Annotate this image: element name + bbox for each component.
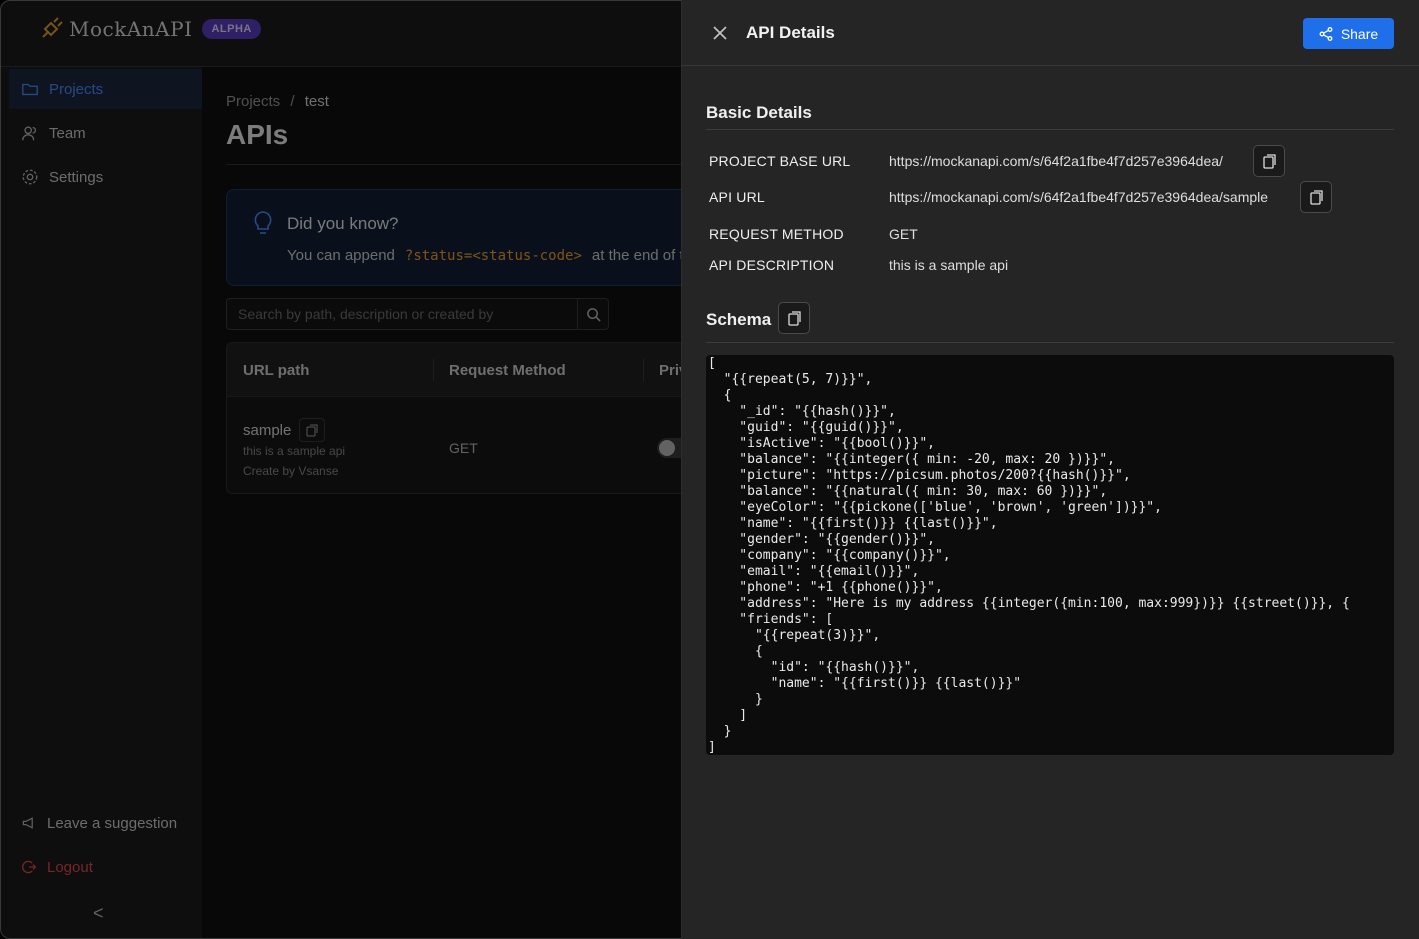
divider — [706, 129, 1394, 130]
api-description-value: this is a sample api — [889, 257, 1009, 273]
api-url-value: https://mockanapi.com/s/64f2a1fbe4f7d257… — [889, 189, 1269, 205]
basic-details-title: Basic Details — [706, 103, 812, 122]
divider — [706, 342, 1394, 343]
share-button[interactable]: Share — [1303, 18, 1394, 49]
schema-code: [ "{{repeat(5, 7)}}", { "_id": "{{hash()… — [708, 356, 1350, 755]
request-method-value: GET — [889, 226, 918, 242]
project-base-url-label: PROJECT BASE URL — [709, 153, 851, 169]
copy-api-url-button[interactable] — [1300, 181, 1332, 213]
copy-base-url-button[interactable] — [1253, 145, 1285, 177]
api-url-label: API URL — [709, 189, 765, 205]
close-icon[interactable] — [710, 23, 730, 43]
request-method-label: REQUEST METHOD — [709, 226, 844, 242]
schema-title: Schema — [706, 310, 772, 329]
api-description-label: API DESCRIPTION — [709, 257, 835, 273]
project-base-url-value: https://mockanapi.com/s/64f2a1fbe4f7d257… — [889, 153, 1223, 169]
copy-icon — [787, 310, 801, 326]
schema-code-block[interactable]: [ "{{repeat(5, 7)}}", { "_id": "{{hash()… — [706, 355, 1394, 755]
share-label: Share — [1340, 25, 1379, 42]
copy-icon — [1309, 189, 1323, 205]
copy-icon — [1262, 153, 1276, 169]
copy-schema-button[interactable] — [778, 302, 810, 334]
drawer-header: API Details Share — [682, 0, 1419, 66]
drawer-title: API Details — [746, 23, 835, 42]
share-icon — [1319, 26, 1333, 41]
api-details-drawer: API Details Share Basic Details PROJECT … — [681, 0, 1419, 939]
